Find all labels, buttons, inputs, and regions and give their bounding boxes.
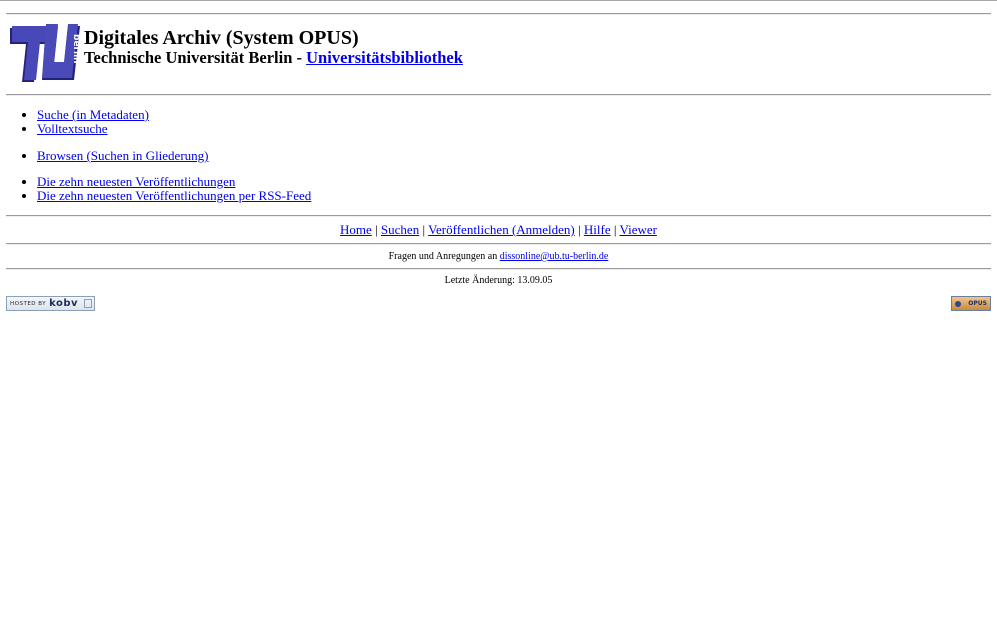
list-item: Die zehn neuesten Veröffentlichungen per… [37,189,311,203]
kobv-mark-icon [84,299,92,308]
nav-separator: | [422,222,426,237]
menu-browse: Browsen (Suchen in Gliederung) [21,149,209,163]
fulltext-search-link[interactable]: Volltextsuche [37,121,108,136]
kobv-badge-small-text: HOSTED BY [10,300,47,307]
menu-latest: Die zehn neuesten Veröffentlichungen Die… [21,175,311,203]
last-changed: Letzte Änderung: 13.09.05 [444,275,553,286]
footer-nav: Home | Suchen | Veröffentlichen (Anmelde… [0,222,997,238]
nav-separator: | [375,222,378,237]
nav-search-link[interactable]: Suchen [381,222,419,237]
footer-rule [6,268,991,270]
contact-line: Fragen und Anregungen an dissonline@ub.t… [0,251,997,262]
nav-publish-link[interactable]: Veröffentlichen (Anmelden) [428,222,575,237]
nav-rule-top [6,215,991,217]
library-link[interactable]: Universitätsbibliothek [306,48,463,67]
list-item: Die zehn neuesten Veröffentlichungen [37,175,311,189]
contact-label: Fragen und Anregungen an [388,251,500,262]
list-item: Suche (in Metadaten) [37,108,149,122]
latest-publications-rss-link[interactable]: Die zehn neuesten Veröffentlichungen per… [37,188,311,203]
nav-separator: | [578,222,581,237]
top-rule [0,0,997,1]
nav-rule-bottom [6,243,991,245]
metadata-search-link[interactable]: Suche (in Metadaten) [37,107,149,122]
tu-berlin-logo: berlin [10,24,80,82]
list-item: Browsen (Suchen in Gliederung) [37,149,209,163]
kobv-badge-text: kobv [49,298,79,309]
browse-link[interactable]: Browsen (Suchen in Gliederung) [37,148,209,163]
header-rule-top [6,13,991,15]
opus-logo-icon [955,301,961,307]
opus-badge-text: OPUS [968,300,987,307]
list-item: Volltextsuche [37,122,149,136]
nav-help-link[interactable]: Hilfe [584,222,611,237]
logo-text: berlin [71,34,80,64]
menu-search: Suche (in Metadaten) Volltextsuche [21,108,149,136]
hosted-by-kobv-badge[interactable]: HOSTED BY kobv [6,296,95,311]
nav-viewer-link[interactable]: Viewer [619,222,656,237]
header-rule-bottom [6,94,991,96]
latest-publications-link[interactable]: Die zehn neuesten Veröffentlichungen [37,174,235,189]
nav-home-link[interactable]: Home [340,222,372,237]
university-name: Technische Universität Berlin - [84,48,307,67]
nav-separator: | [613,222,617,237]
page-title: Digitales Archiv (System OPUS) [84,27,359,49]
contact-email-link[interactable]: dissonline@ub.tu-berlin.de [500,251,609,262]
page-subtitle: Technische Universität Berlin - Universi… [84,48,463,68]
opus-badge[interactable]: OPUS [951,296,991,311]
